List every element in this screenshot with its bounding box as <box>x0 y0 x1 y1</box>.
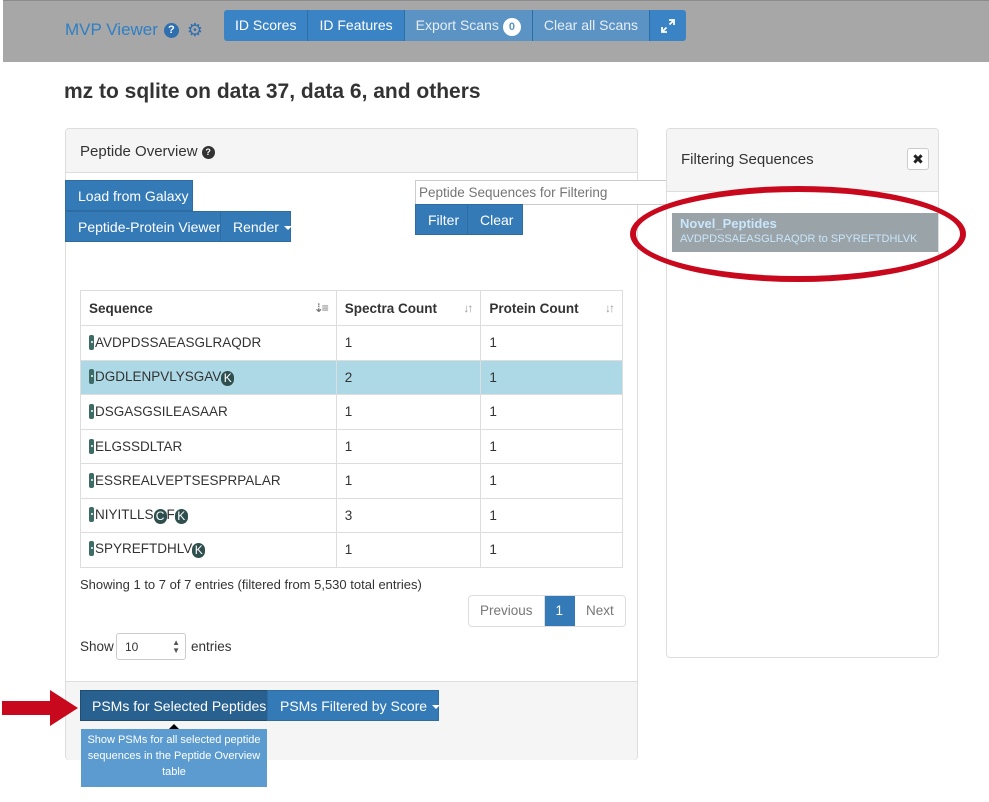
page-1-button[interactable]: 1 <box>544 596 576 626</box>
n-terminus-marker <box>89 438 94 454</box>
tooltip: Show PSMs for all selected peptide seque… <box>81 729 267 787</box>
spectra-count-cell: 1 <box>335 532 482 568</box>
next-page-button[interactable]: Next <box>575 596 625 626</box>
show-label: Show <box>80 639 114 654</box>
table-row[interactable]: DSGASGSILEASAAR 1 1 <box>80 394 623 430</box>
render-dropdown[interactable]: Render <box>220 211 292 242</box>
psms-selected-peptides-button[interactable]: PSMs for Selected Peptides <box>80 690 268 721</box>
peptide-protein-viewer-button[interactable]: Peptide-Protein Viewer <box>65 211 221 242</box>
filter-item-name: Novel_Peptides <box>680 216 777 231</box>
table-row[interactable]: ELGSSDLTAR 1 1 <box>80 428 623 464</box>
clear-button[interactable]: Clear <box>467 204 523 235</box>
nav-button-group: ID Scores ID Features Export Scans 0 Clea… <box>224 10 687 41</box>
spectra-count-cell: 1 <box>335 394 482 430</box>
close-button[interactable]: ✖ <box>907 148 929 170</box>
sequence-cell: DSGASGSILEASAAR <box>80 394 337 430</box>
spectra-count-column-header[interactable]: Spectra Count ↓↑ <box>335 290 482 326</box>
top-navbar: MVP Viewer ? ⚙ ID Scores ID Features Exp… <box>3 0 989 62</box>
n-terminus-marker <box>89 368 94 384</box>
protein-count-cell: 1 <box>480 394 623 430</box>
spectra-count-cell: 2 <box>335 359 482 395</box>
filtering-sequences-panel: Filtering Sequences ✖ <box>666 128 939 658</box>
spectra-count-cell: 1 <box>335 428 482 464</box>
panel-heading: Filtering Sequences ✖ <box>667 129 938 192</box>
sequence-column-header[interactable]: Sequence ⇣≡ <box>80 290 337 326</box>
export-scans-button[interactable]: Export Scans 0 <box>404 10 533 41</box>
caret-down-icon <box>432 705 441 710</box>
caret-down-icon <box>283 226 292 231</box>
peptide-table: Sequence ⇣≡ Spectra Count ↓↑ Protein Count… <box>80 290 623 568</box>
sequence-cell: SPYREFTDHLV K <box>80 532 337 568</box>
psms-filtered-label: PSMs Filtered by Score <box>280 698 428 714</box>
fullscreen-button[interactable] <box>650 10 687 41</box>
help-icon[interactable]: ? <box>201 146 215 159</box>
id-features-button[interactable]: ID Features <box>308 10 405 41</box>
filter-sequences-input[interactable] <box>415 180 669 205</box>
sort-icon: ↓↑ <box>463 301 473 315</box>
gear-icon[interactable]: ⚙ <box>187 21 203 39</box>
filter-button[interactable]: Filter <box>415 204 468 235</box>
brand-title[interactable]: MVP Viewer <box>65 20 158 40</box>
modified-residue-badge: K <box>221 370 235 386</box>
protein-count-cell: 1 <box>480 359 623 395</box>
entries-per-page-value: 10 <box>125 640 139 654</box>
protein-count-cell: 1 <box>480 497 623 533</box>
table-row[interactable]: DGDLENPVLYSGAV K 2 1 <box>80 359 623 395</box>
filter-item-range: AVDPDSSAEASGLRAQDR to SPYREFTDHLVK <box>680 233 918 245</box>
table-row[interactable]: SPYREFTDHLV K 1 1 <box>80 532 623 568</box>
sequence-cell: DGDLENPVLYSGAV K <box>80 359 337 395</box>
entries-per-page-select[interactable]: 10 ▲ ▼ <box>116 633 186 660</box>
close-icon: ✖ <box>912 151 924 167</box>
filter-sequence-item[interactable]: Novel_Peptides AVDPDSSAEASGLRAQDR to SPY… <box>672 213 938 252</box>
spectra-count-cell: 1 <box>335 463 482 499</box>
table-row[interactable]: NIYITLLS C F K 3 1 <box>80 497 623 533</box>
panel-title: Filtering Sequences <box>681 151 814 168</box>
n-terminus-marker <box>89 506 94 522</box>
modified-residue-badge: C <box>153 508 167 524</box>
n-terminus-marker <box>89 473 94 489</box>
previous-page-button[interactable]: Previous <box>469 596 545 626</box>
psms-filtered-by-score-dropdown[interactable]: PSMs Filtered by Score <box>267 690 441 721</box>
sequence-cell: ELGSSDLTAR <box>80 428 337 464</box>
export-scans-label: Export Scans <box>415 17 499 33</box>
render-label: Render <box>233 219 279 235</box>
clear-all-scans-button[interactable]: Clear all Scans <box>532 10 651 41</box>
protein-count-cell: 1 <box>480 463 623 499</box>
table-info-text: Showing 1 to 7 of 7 entries (filtered fr… <box>80 577 422 592</box>
expand-icon <box>661 19 675 34</box>
panel-heading: Peptide Overview? <box>66 129 637 173</box>
table-row[interactable]: ESSREALVEPTSESPRPALAR 1 1 <box>80 463 623 499</box>
modified-residue-badge: K <box>192 543 206 559</box>
n-terminus-marker <box>89 404 94 420</box>
modified-residue-badge: K <box>174 508 188 524</box>
table-header-row: Sequence ⇣≡ Spectra Count ↓↑ Protein Count… <box>80 290 623 326</box>
entries-label: entries <box>191 639 232 654</box>
spectra-count-cell: 1 <box>335 325 482 361</box>
panel-title: Peptide Overview <box>80 143 198 160</box>
protein-count-cell: 1 <box>480 325 623 361</box>
export-count-badge: 0 <box>502 18 521 36</box>
n-terminus-marker <box>89 541 94 557</box>
sort-icon: ↓↑ <box>605 301 615 315</box>
table-row[interactable]: AVDPDSSAEASGLRAQDR 1 1 <box>80 325 623 361</box>
protein-count-cell: 1 <box>480 532 623 568</box>
protein-count-cell: 1 <box>480 428 623 464</box>
protein-count-column-header[interactable]: Protein Count ↓↑ <box>480 290 623 326</box>
load-from-galaxy-button[interactable]: Load from Galaxy <box>65 180 193 211</box>
id-scores-button[interactable]: ID Scores <box>224 10 309 41</box>
sequence-cell: NIYITLLS C F K <box>80 497 337 533</box>
brand[interactable]: MVP Viewer ? ⚙ <box>65 20 203 40</box>
sequence-cell: AVDPDSSAEASGLRAQDR <box>80 325 337 361</box>
n-terminus-marker <box>89 335 94 351</box>
page-title: mz to sqlite on data 37, data 6, and oth… <box>64 80 481 103</box>
sequence-cell: ESSREALVEPTSESPRPALAR <box>80 463 337 499</box>
help-icon[interactable]: ? <box>163 22 179 38</box>
select-arrows-icon: ▲ ▼ <box>172 638 180 655</box>
pagination: Previous 1 Next <box>468 595 626 627</box>
spectra-count-cell: 3 <box>335 497 482 533</box>
sort-desc-icon: ⇣≡ <box>313 301 329 315</box>
